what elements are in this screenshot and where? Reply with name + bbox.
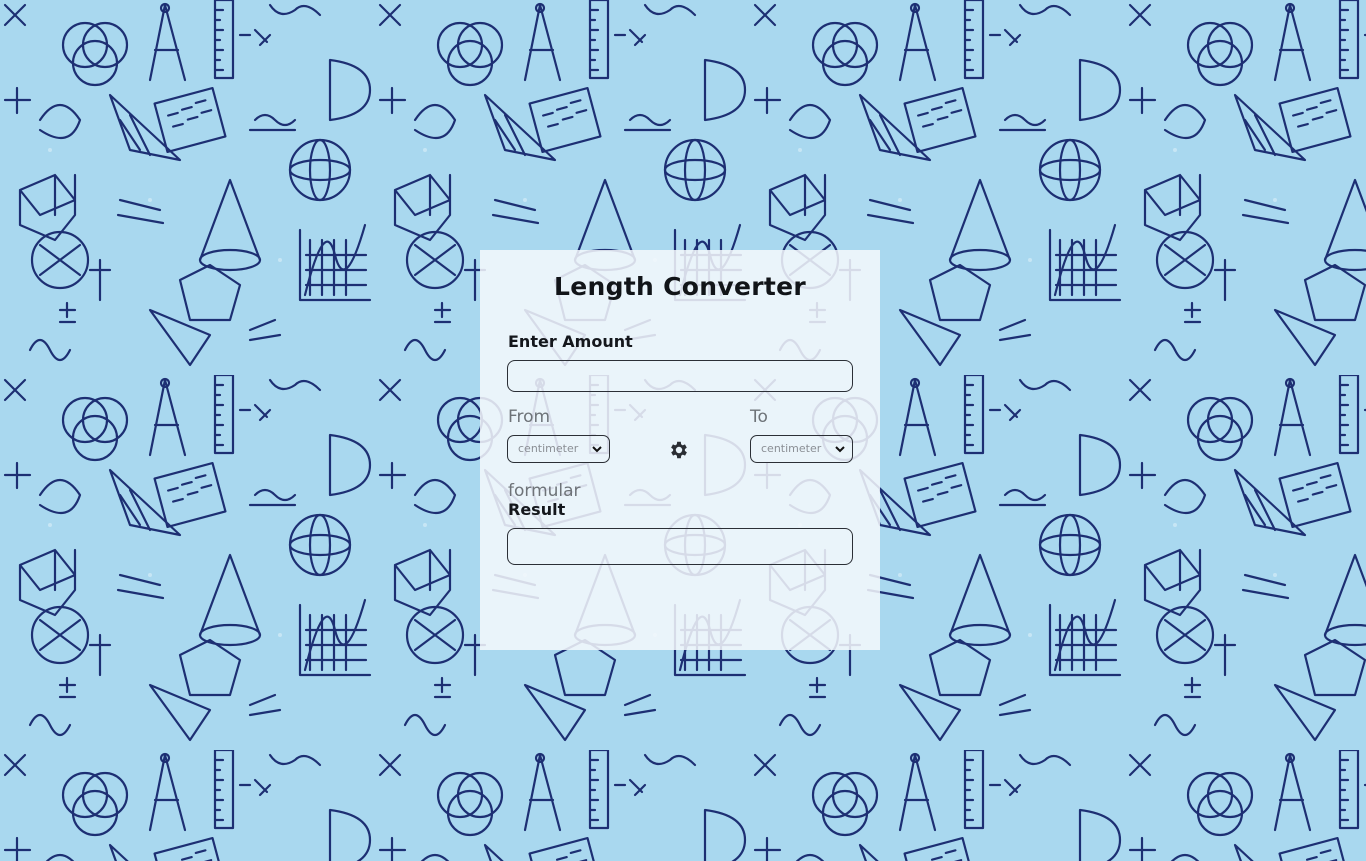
chevron-down-icon [835,446,845,453]
formula-text: formular [508,481,581,501]
result-label: Result [508,500,566,519]
from-unit-select[interactable]: centimeter [507,435,610,463]
converter-card: Length Converter Enter Amount From To ce… [480,250,880,650]
chevron-down-icon [592,446,602,453]
result-field[interactable] [507,528,853,565]
from-label: From [508,407,551,427]
gear-icon[interactable] [668,439,690,461]
to-label: To [750,407,768,427]
amount-input[interactable] [507,360,853,392]
to-unit-select[interactable]: centimeter [750,435,853,463]
page-title: Length Converter [554,272,806,301]
to-unit-value: centimeter [761,442,822,455]
amount-label: Enter Amount [508,332,633,351]
from-unit-value: centimeter [518,442,579,455]
